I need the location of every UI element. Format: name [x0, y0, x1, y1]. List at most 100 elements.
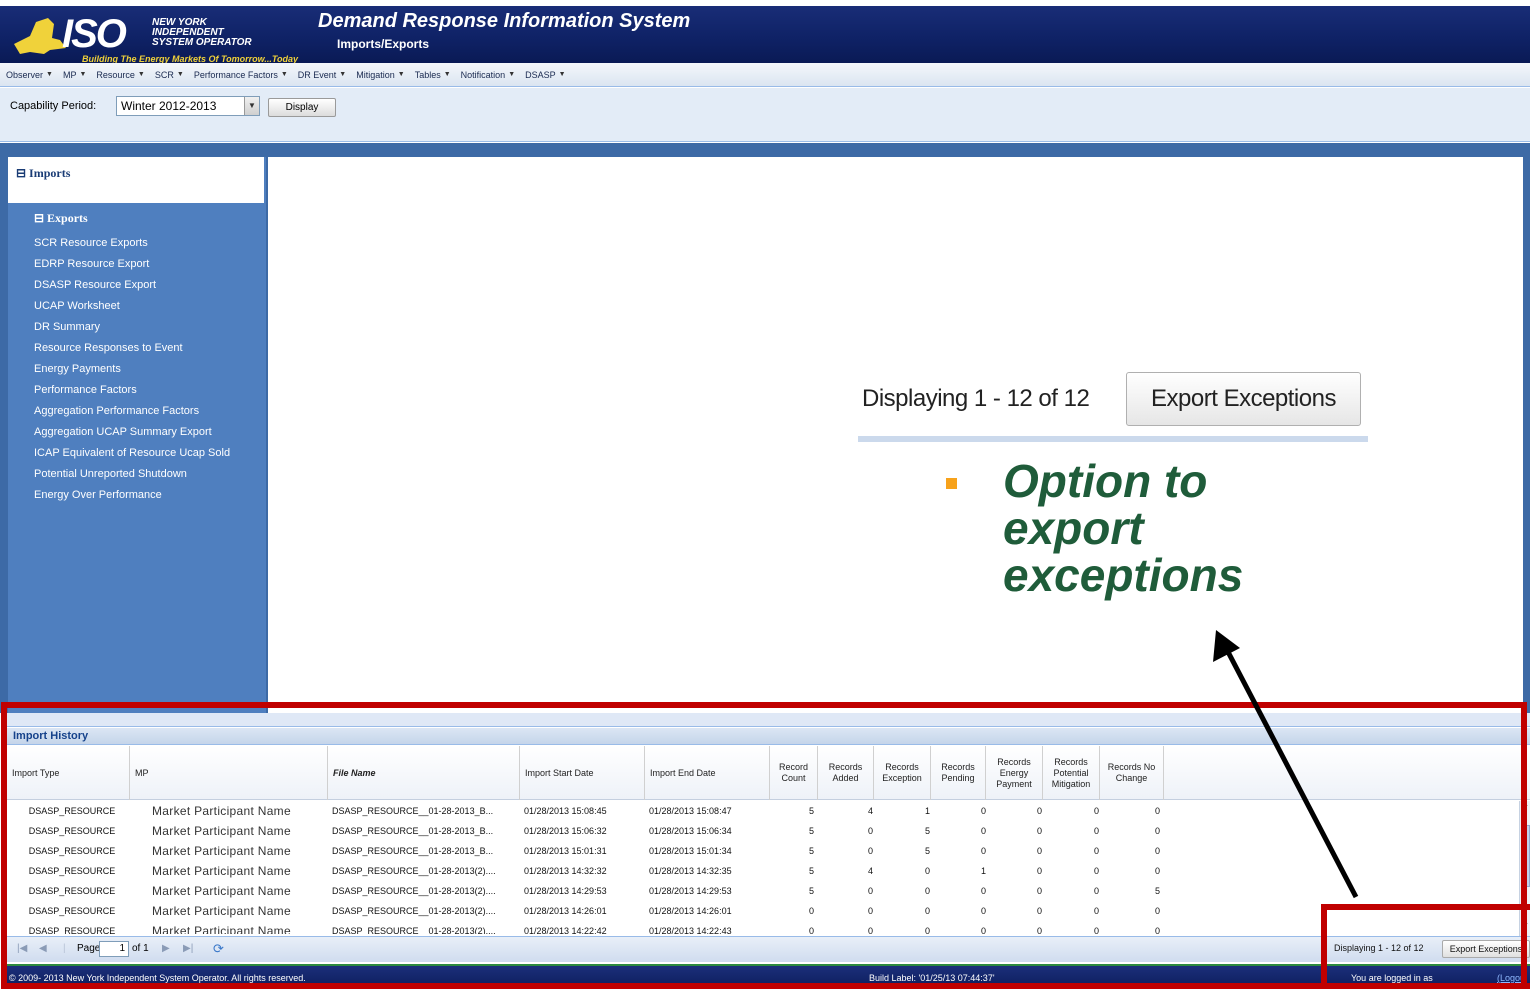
table-cell: 5 — [808, 846, 814, 856]
menu-resource[interactable]: Resource ▼ — [96, 70, 144, 80]
sidebar-item-ucap-worksheet[interactable]: UCAP Worksheet — [34, 296, 230, 317]
column-header-records-energy-payment[interactable]: Records Energy Payment — [986, 746, 1043, 800]
menu-observer[interactable]: Observer ▼ — [6, 70, 53, 80]
sidebar-item-potential-unreported-shutdown[interactable]: Potential Unreported Shutdown — [34, 464, 230, 485]
chevron-down-icon: ▼ — [508, 71, 516, 78]
first-page-icon[interactable]: |◀ — [17, 942, 27, 956]
table-cell: 01/28/2013 14:26:01 — [524, 906, 607, 916]
menu-mp[interactable]: MP ▼ — [63, 70, 86, 80]
vertical-scrollbar[interactable]: ▲ ▼ — [1519, 801, 1530, 936]
table-cell: 01/28/2013 14:29:53 — [649, 886, 732, 896]
column-header-file-name[interactable]: File Name — [328, 746, 520, 800]
column-header-import-start-date[interactable]: Import Start Date — [520, 746, 645, 800]
column-header-records-pending[interactable]: Records Pending — [931, 746, 986, 800]
table-cell: 5 — [924, 826, 930, 836]
column-header-records-potential-mitigation[interactable]: Records Potential Mitigation — [1043, 746, 1100, 800]
column-header-records-exception[interactable]: Records Exception — [874, 746, 931, 800]
capability-period-select[interactable]: Winter 2012-2013 — [116, 96, 260, 116]
table-row[interactable]: DSASP_RESOURCE Market Participant Name DSA… — [7, 801, 1516, 821]
menu-dsasp[interactable]: DSASP ▼ — [525, 70, 565, 80]
previous-page-icon[interactable]: ◀ — [39, 942, 47, 956]
page-number-input[interactable]: 1 — [99, 941, 129, 957]
display-button[interactable]: Display — [268, 98, 336, 117]
menu-scr[interactable]: SCR ▼ — [155, 70, 184, 80]
dropdown-arrow-icon[interactable]: ▼ — [244, 97, 259, 115]
table-row[interactable]: DSASP_RESOURCE Market Participant Name DSA… — [7, 821, 1516, 841]
table-cell: 5 — [808, 826, 814, 836]
table-cell: 01/28/2013 14:32:35 — [649, 866, 732, 876]
sidebar: ⊟ Imports ⊟ Exports SCR Resource Exports… — [8, 157, 266, 713]
column-header-records-no-change[interactable]: Records No Change — [1100, 746, 1164, 800]
refresh-icon[interactable]: ⟳ — [213, 942, 224, 956]
column-header-records-added[interactable]: Records Added — [818, 746, 874, 800]
table-cell: 4 — [867, 866, 873, 876]
imports-panel: ⊟ Imports — [8, 157, 264, 203]
column-header-import-end-date[interactable]: Import End Date — [645, 746, 770, 800]
panel-splitter[interactable] — [7, 713, 1530, 727]
exports-section-header[interactable]: ⊟ Exports — [34, 211, 88, 226]
table-row[interactable]: DSASP_RESOURCE Market Participant Name DSA… — [7, 901, 1516, 921]
sidebar-item-resource-responses[interactable]: Resource Responses to Event — [34, 338, 230, 359]
sidebar-item-edrp-resource-export[interactable]: EDRP Resource Export — [34, 254, 230, 275]
logout-link[interactable]: (Logou — [1497, 973, 1525, 983]
sidebar-item-energy-over-performance[interactable]: Energy Over Performance — [34, 485, 230, 506]
menu-dr-event[interactable]: DR Event ▼ — [298, 70, 346, 80]
table-cell: DSASP_RESOURCE__01-28-2013(2).... — [332, 886, 496, 896]
table-cell: 0 — [980, 926, 986, 934]
table-cell: 0 — [924, 926, 930, 934]
table-cell: 0 — [1093, 826, 1099, 836]
displaying-count: Displaying 1 - 12 of 12 — [1334, 943, 1424, 953]
table-cell: 0 — [1154, 846, 1160, 856]
sidebar-item-icap-equivalent[interactable]: ICAP Equivalent of Resource Ucap Sold — [34, 443, 230, 464]
table-row[interactable]: DSASP_RESOURCE Market Participant Name DSA… — [7, 841, 1516, 861]
column-header-mp[interactable]: MP — [130, 746, 328, 800]
table-cell: DSASP_RESOURCE — [28, 846, 116, 856]
menu-performance-factors[interactable]: Performance Factors ▼ — [194, 70, 288, 80]
chevron-down-icon: ▼ — [280, 71, 288, 78]
table-cell: 01/28/2013 15:01:34 — [649, 846, 732, 856]
table-cell: 1 — [924, 806, 930, 816]
table-cell: 01/28/2013 14:29:53 — [524, 886, 607, 896]
next-page-icon[interactable]: ▶ — [162, 942, 170, 956]
logged-in-text: You are logged in as — [1351, 973, 1433, 983]
page: ISO NEW YORK INDEPENDENT SYSTEM OPERATOR… — [0, 0, 1530, 989]
table-row[interactable]: DSASP_RESOURCE Market Participant Name DSA… — [7, 861, 1516, 881]
menu-notification[interactable]: Notification ▼ — [461, 70, 515, 80]
table-row[interactable]: DSASP_RESOURCE Market Participant Name DSA… — [7, 881, 1516, 901]
export-exceptions-button[interactable]: Export Exceptions — [1442, 940, 1530, 958]
logo-iso-text: ISO — [62, 12, 127, 56]
scroll-down-icon[interactable]: ▼ — [1520, 922, 1530, 934]
column-header-import-type[interactable]: Import Type — [7, 746, 130, 800]
sidebar-item-dr-summary[interactable]: DR Summary — [34, 317, 230, 338]
table-cell: DSASP_RESOURCE — [28, 866, 116, 876]
table-cell: 0 — [1154, 926, 1160, 934]
copyright-text: © 2009- 2013 New York Independent System… — [9, 973, 306, 983]
table-cell: 0 — [980, 906, 986, 916]
sidebar-item-aggregation-performance-factors[interactable]: Aggregation Performance Factors — [34, 401, 230, 422]
table-cell: Market Participant Name — [152, 884, 291, 898]
sidebar-item-energy-payments[interactable]: Energy Payments — [34, 359, 230, 380]
table-cell: 0 — [808, 906, 814, 916]
menu-tables[interactable]: Tables ▼ — [415, 70, 451, 80]
sidebar-item-scr-resource-exports[interactable]: SCR Resource Exports — [34, 233, 230, 254]
sidebar-item-performance-factors[interactable]: Performance Factors — [34, 380, 230, 401]
table-cell: DSASP_RESOURCE — [28, 906, 116, 916]
page-title: Imports/Exports — [337, 37, 430, 51]
new-york-state-icon — [14, 18, 66, 54]
sidebar-item-aggregation-ucap-summary[interactable]: Aggregation UCAP Summary Export — [34, 422, 230, 443]
scrollbar-thumb[interactable] — [1521, 825, 1530, 887]
table-row[interactable]: DSASP_RESOURCE Market Participant Name DSA… — [7, 921, 1516, 934]
app-title: Demand Response Information System — [318, 10, 691, 32]
table-cell: DSASP_RESOURCE — [28, 826, 116, 836]
column-header-record-count[interactable]: Record Count — [770, 746, 818, 800]
imports-section-header[interactable]: ⊟ Imports — [16, 166, 70, 181]
table-cell: Market Participant Name — [152, 904, 291, 918]
scroll-up-icon[interactable]: ▲ — [1520, 801, 1530, 813]
table-cell: 5 — [808, 866, 814, 876]
sidebar-item-dsasp-resource-export[interactable]: DSASP Resource Export — [34, 275, 230, 296]
table-cell: 0 — [980, 886, 986, 896]
table-cell: 1 — [980, 866, 986, 876]
table-cell: Market Participant Name — [152, 864, 291, 878]
last-page-icon[interactable]: ▶| — [183, 942, 193, 956]
menu-mitigation[interactable]: Mitigation ▼ — [356, 70, 404, 80]
